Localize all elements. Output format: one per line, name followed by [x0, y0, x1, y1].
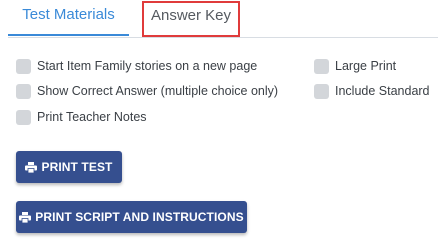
tab-bar: Test Materials Answer Key: [8, 0, 438, 38]
print-script-instructions-button[interactable]: PRINT SCRIPT AND INSTRUCTIONS: [16, 201, 247, 233]
large-print-label: Large Print: [335, 59, 397, 73]
option-start-item-family[interactable]: Start Item Family stories on a new page: [16, 57, 257, 75]
printer-icon: [25, 161, 38, 173]
show-correct-answer-label: Show Correct Answer (multiple choice onl…: [37, 84, 279, 98]
print-script-instructions-label: PRINT SCRIPT AND INSTRUCTIONS: [35, 210, 244, 224]
option-include-standard[interactable]: Include Standard: [314, 82, 430, 100]
print-options-panel: Test Materials Answer Key Start Item Fam…: [0, 0, 438, 245]
tab-test-materials[interactable]: Test Materials: [8, 0, 129, 36]
option-large-print[interactable]: Large Print: [314, 57, 396, 75]
tab-answer-key[interactable]: Answer Key: [142, 1, 240, 37]
print-test-label: PRINT TEST: [41, 160, 113, 174]
print-teacher-notes-label: Print Teacher Notes: [37, 110, 147, 124]
large-print-checkbox[interactable]: [314, 58, 329, 74]
option-print-teacher-notes[interactable]: Print Teacher Notes: [16, 108, 147, 126]
print-test-button[interactable]: PRINT TEST: [16, 151, 122, 183]
print-teacher-notes-checkbox[interactable]: [16, 109, 31, 125]
include-standard-checkbox[interactable]: [314, 83, 329, 99]
option-show-correct-answer[interactable]: Show Correct Answer (multiple choice onl…: [16, 82, 278, 100]
start-item-family-checkbox[interactable]: [16, 58, 31, 74]
show-correct-answer-checkbox[interactable]: [16, 83, 31, 99]
printer-icon: [19, 211, 32, 223]
include-standard-label: Include Standard: [335, 84, 430, 98]
start-item-family-label: Start Item Family stories on a new page: [37, 59, 258, 73]
